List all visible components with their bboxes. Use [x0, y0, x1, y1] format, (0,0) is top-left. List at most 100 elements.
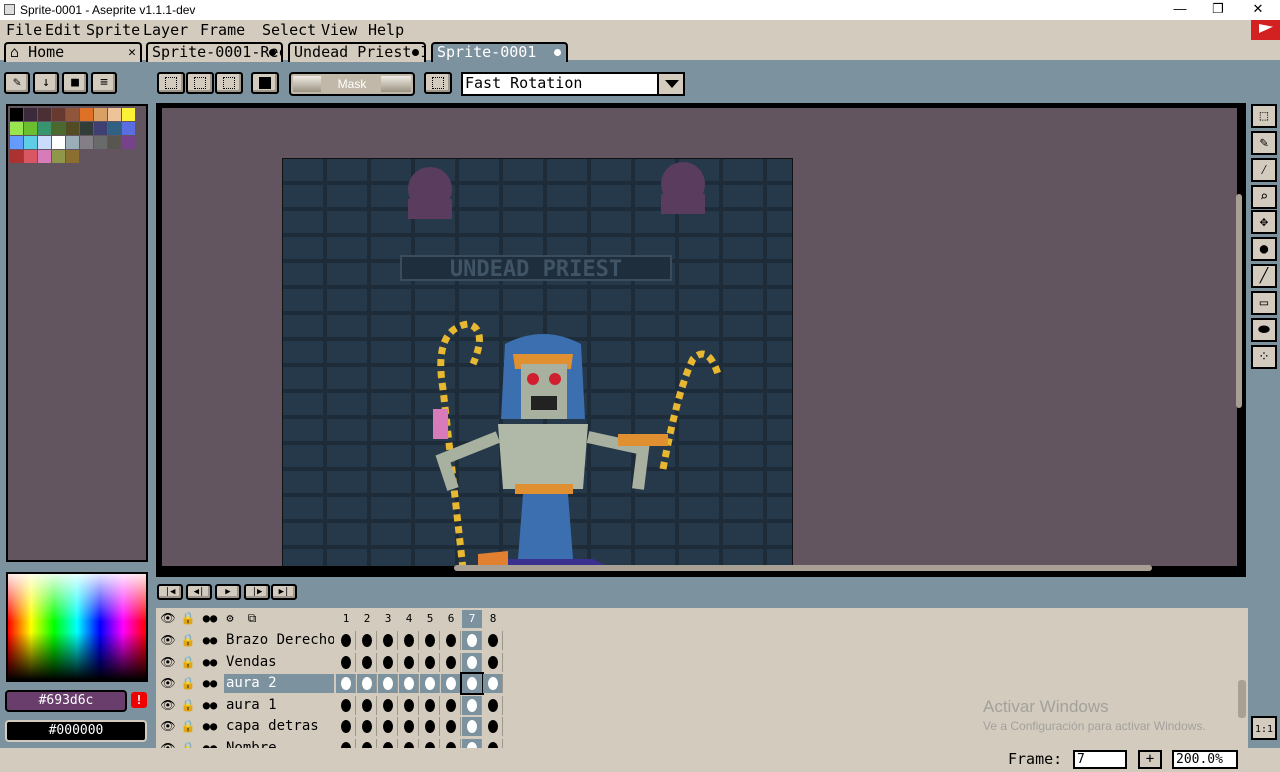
menu-help[interactable]: Help [368, 21, 404, 39]
cel[interactable] [378, 674, 398, 693]
cel[interactable] [462, 631, 482, 650]
palette-swatch[interactable] [80, 136, 93, 149]
palette-swatch[interactable] [66, 108, 79, 121]
palette-swatch[interactable] [52, 122, 65, 135]
lock-icon[interactable]: 🔒 [178, 630, 198, 650]
cel[interactable] [483, 652, 503, 672]
palette-swatch[interactable] [94, 108, 107, 121]
play-button[interactable]: ▶ [215, 584, 241, 600]
layer-row[interactable]: 👁 🔒 ●● Brazo Derecho [156, 630, 506, 651]
marquee-tool-button[interactable]: ⬚ [1251, 104, 1277, 128]
palette-swatch[interactable] [108, 108, 121, 121]
tab-home[interactable]: ⌂ Home ✕ [4, 42, 142, 62]
cel[interactable] [420, 652, 440, 672]
frame-header[interactable]: 6 [441, 610, 461, 628]
palette-swatch[interactable] [38, 108, 51, 121]
cel[interactable] [378, 695, 398, 715]
cel[interactable] [462, 738, 482, 748]
menu-frame[interactable]: Frame [200, 21, 245, 39]
palette-swatch[interactable] [80, 108, 93, 121]
menu-edit[interactable]: Edit [45, 21, 81, 39]
visibility-eye-icon[interactable]: 👁 [158, 716, 178, 736]
layer-name[interactable]: Nombre [224, 738, 334, 748]
continuous-icon[interactable]: ●● [200, 716, 220, 736]
minimize-button[interactable]: — [1160, 0, 1200, 20]
cel[interactable] [460, 672, 484, 695]
cel[interactable] [336, 695, 356, 715]
color-spectrum[interactable] [6, 572, 148, 682]
save-button[interactable]: ■ [62, 72, 88, 94]
horizontal-scrollbar[interactable] [454, 565, 1152, 571]
pivot-button[interactable] [424, 72, 452, 94]
palette-swatch[interactable] [122, 136, 135, 149]
palette-swatch[interactable] [10, 136, 23, 149]
rectangle-tool-button[interactable]: ▭ [1251, 291, 1277, 315]
palette-swatch[interactable] [38, 136, 51, 149]
pencil-button[interactable]: ✎ [4, 72, 30, 94]
cel[interactable] [378, 652, 398, 672]
continuous-icon[interactable]: ●● [200, 652, 220, 672]
cel[interactable] [420, 717, 440, 736]
palette-swatch[interactable] [38, 122, 51, 135]
menu-layer[interactable]: Layer [143, 21, 188, 39]
visibility-eye-icon[interactable]: 👁 [158, 738, 178, 749]
lock-icon[interactable]: 🔒 [178, 673, 198, 693]
modified-dot-icon[interactable] [554, 49, 561, 56]
first-frame-button[interactable]: |◀ [157, 584, 183, 600]
cel[interactable] [462, 695, 482, 715]
layer-row[interactable]: 👁 🔒 ●● Vendas [156, 652, 506, 673]
palette-swatch[interactable] [80, 122, 93, 135]
cel[interactable] [357, 695, 377, 715]
palette-swatch[interactable] [122, 122, 135, 135]
lock-icon[interactable]: 🔒 [178, 716, 198, 736]
zoom-input[interactable]: 200.0% [1172, 750, 1238, 769]
frame-header[interactable]: 4 [399, 610, 419, 628]
background-color-button[interactable]: #000000 [5, 720, 147, 742]
palette-swatch[interactable] [38, 150, 51, 163]
selection-add-button[interactable] [186, 72, 214, 94]
fill-tool-button[interactable]: ● [1251, 237, 1277, 261]
vertical-scrollbar[interactable] [1236, 194, 1242, 408]
lock-icon[interactable]: 🔒 [178, 608, 198, 628]
layer-name[interactable]: aura 1 [224, 695, 334, 715]
cel[interactable] [441, 717, 461, 736]
cel[interactable] [420, 695, 440, 715]
cel[interactable] [483, 695, 503, 715]
palette-swatch[interactable] [66, 122, 79, 135]
tab-sprite-0001-rec[interactable]: Sprite-0001-Rec [146, 42, 283, 62]
frame-header[interactable]: 7 [462, 610, 482, 628]
cel[interactable] [357, 652, 377, 672]
contour-tool-button[interactable]: ⬬ [1251, 318, 1277, 342]
cel[interactable] [357, 738, 377, 748]
menu-file[interactable]: File [6, 21, 42, 39]
line-tool-button[interactable]: ╱ [1251, 264, 1277, 288]
transparent-mode-button[interactable] [251, 72, 279, 94]
palette-swatch[interactable] [24, 108, 37, 121]
selection-replace-button[interactable] [157, 72, 185, 94]
palette-swatch[interactable] [94, 122, 107, 135]
cel[interactable] [378, 738, 398, 748]
lock-icon[interactable]: 🔒 [178, 695, 198, 715]
cel[interactable] [378, 631, 398, 650]
pencil-tool-button[interactable]: ✎ [1251, 131, 1277, 155]
tab-undead-priest[interactable]: Undead Priest-I [288, 42, 426, 62]
frame-header[interactable]: 2 [357, 610, 377, 628]
palette-swatch[interactable] [94, 136, 107, 149]
frame-header[interactable]: 3 [378, 610, 398, 628]
cel[interactable] [336, 652, 356, 672]
palette-swatch[interactable] [10, 108, 23, 121]
menu-view[interactable]: View [321, 21, 357, 39]
layers-icon[interactable]: ⧉ [242, 608, 262, 628]
layer-row[interactable]: 👁 🔒 ●● aura 2 [156, 672, 506, 695]
palette-swatch[interactable] [10, 122, 23, 135]
cel[interactable] [399, 652, 419, 672]
tab-close-icon[interactable]: ✕ [128, 45, 136, 61]
palette-swatch[interactable] [24, 136, 37, 149]
warning-icon[interactable]: ! [131, 692, 147, 708]
cel[interactable] [399, 631, 419, 650]
zoom-reset-button[interactable]: 1:1 [1251, 716, 1277, 740]
palette-swatch[interactable] [108, 122, 121, 135]
gear-icon[interactable]: ⚙ [220, 608, 240, 628]
spray-tool-button[interactable]: ⁘ [1251, 345, 1277, 369]
add-frame-button[interactable]: + [1138, 750, 1162, 769]
